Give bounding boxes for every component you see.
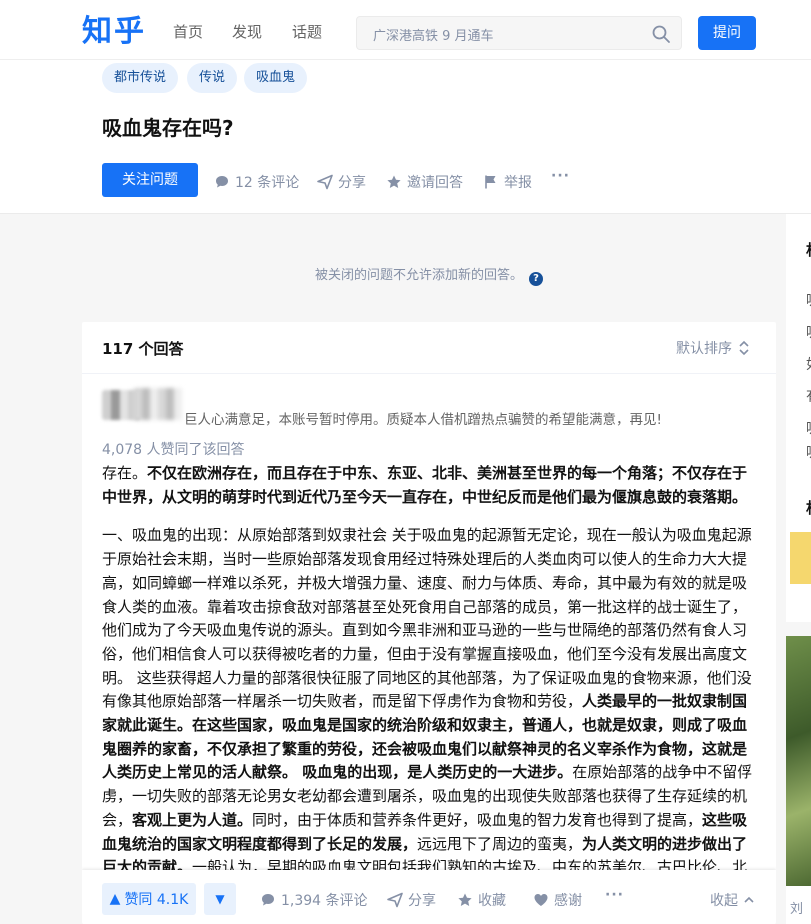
collect-label: 收藏 <box>478 893 506 909</box>
upvote-count-note: 4,078 人赞同了该回答 <box>102 442 245 458</box>
sidebar-footer: 刘 <box>786 886 811 924</box>
report-label: 举报 <box>504 175 532 191</box>
downvote-button[interactable]: ▼ <box>204 883 236 915</box>
answer-share-button[interactable]: 分享 <box>387 890 436 910</box>
nav-home[interactable]: 首页 <box>173 21 203 42</box>
topic-tag[interactable]: 吸血鬼 <box>244 63 308 93</box>
sidebar-heading: 相 <box>806 239 811 260</box>
sidebar-item[interactable]: 吸 <box>806 442 811 462</box>
sidebar-item[interactable]: 吸 <box>806 418 811 438</box>
follow-question-button[interactable]: 关注问题 <box>102 163 198 197</box>
chevron-up-icon <box>744 896 754 903</box>
top-navbar: 知乎 首页 发现 话题 广深港高铁 9 月通车 提问 <box>0 0 811 60</box>
comment-icon <box>262 894 274 906</box>
answer-paragraph: 存在。不仅在欧洲存在，而且存在于中东、东亚、北非、美洲甚至世界的每一个角落；不仅… <box>102 464 748 506</box>
invite-label: 邀请回答 <box>407 175 463 191</box>
heart-icon <box>534 894 548 906</box>
star-icon <box>387 175 401 188</box>
collapse-button[interactable]: 收起 <box>710 890 755 910</box>
sidebar-card: 相 吸 吸 如 有 吸 吸 <box>786 214 811 472</box>
search-input[interactable]: 广深港高铁 9 月通车 <box>356 16 682 50</box>
star-icon <box>458 893 472 906</box>
answer-paragraph: 一、吸血鬼的出现：从原始部落到奴隶社会 关于吸血鬼的起源暂无定论，现在一般认为吸… <box>102 526 753 877</box>
upvote-button[interactable]: ▲ 赞同 4.1K <box>102 883 196 915</box>
invite-answer-button[interactable]: 邀请回答 <box>386 172 463 192</box>
answers-list: 117 个回答 默认排序 巨人心满意足，本账号暂时停用。质疑本人借机蹭热点骗赞的… <box>82 322 776 924</box>
share-icon <box>317 174 333 190</box>
comment-icon <box>216 176 228 188</box>
triangle-up-icon: ▲ <box>109 891 121 907</box>
sort-icon <box>739 340 749 356</box>
zhihu-logo[interactable]: 知乎 <box>82 12 146 52</box>
ask-question-button[interactable]: 提问 <box>698 16 756 50</box>
sidebar-image[interactable] <box>786 636 811 886</box>
triangle-down-icon: ▼ <box>215 892 225 906</box>
answer-share-label: 分享 <box>408 893 436 909</box>
sort-label: 默认排序 <box>676 341 732 357</box>
sort-dropdown[interactable]: 默认排序 <box>676 338 750 358</box>
closed-question-notice: 被关闭的问题不允许添加新的回答。? <box>82 264 776 286</box>
sidebar-ad-card: 相 <box>786 472 811 622</box>
nav-topics[interactable]: 话题 <box>292 21 322 42</box>
answer-comments-label: 1,394 条评论 <box>281 893 368 909</box>
share-label: 分享 <box>338 175 366 191</box>
answer-more-button[interactable]: ··· <box>605 887 624 903</box>
search-placeholder: 广深港高铁 9 月通车 <box>373 29 494 44</box>
answer-content: 存在。不仅在欧洲存在，而且存在于中东、东亚、北非、美洲甚至世界的每一个角落；不仅… <box>102 462 754 895</box>
topic-tag[interactable]: 都市传说 <box>102 63 179 93</box>
collapse-label: 收起 <box>710 893 738 909</box>
sidebar-heading: 相 <box>806 497 811 518</box>
report-button[interactable]: 举报 <box>483 172 532 192</box>
sidebar-yellow-banner[interactable] <box>790 532 811 584</box>
answers-header: 117 个回答 默认排序 <box>82 322 776 374</box>
sidebar-item[interactable]: 有 <box>806 386 811 406</box>
topic-tag[interactable]: 传说 <box>187 63 238 93</box>
share-icon <box>387 892 403 908</box>
upvote-label: 赞同 4.1K <box>124 892 189 908</box>
nav-discover[interactable]: 发现 <box>232 21 262 42</box>
question-title: 吸血鬼存在吗? <box>102 116 234 140</box>
flag-icon <box>485 175 496 189</box>
answer-count: 117 个回答 <box>102 340 184 358</box>
answer-action-bar: ▲ 赞同 4.1K ▼ 1,394 条评论 分享 收藏 感谢 ··· 收起 <box>82 870 776 924</box>
comments-label: 12 条评论 <box>235 175 300 191</box>
more-options-button[interactable]: ··· <box>551 168 570 184</box>
sidebar-item[interactable]: 如 <box>806 354 811 374</box>
sidebar-bottom-text: 刘 <box>790 902 804 917</box>
sidebar-item[interactable]: 吸 <box>806 322 811 342</box>
share-button[interactable]: 分享 <box>317 172 366 192</box>
sidebar-item[interactable]: 吸 <box>806 290 811 310</box>
question-header: 都市传说 传说 吸血鬼 吸血鬼存在吗? 关注问题 12 条评论 分享 邀请回答 … <box>0 60 811 214</box>
thanks-button[interactable]: 感谢 <box>533 890 582 910</box>
author-name-blurred <box>134 388 182 420</box>
thanks-label: 感谢 <box>554 893 582 909</box>
author-bio: 巨人心满意足，本账号暂时停用。质疑本人借机蹭热点骗赞的希望能满意，再见! <box>184 412 662 428</box>
collect-button[interactable]: 收藏 <box>457 890 506 910</box>
search-icon[interactable] <box>651 24 671 44</box>
comments-button[interactable]: 12 条评论 <box>214 172 299 192</box>
answer-comments-button[interactable]: 1,394 条评论 <box>260 890 368 910</box>
help-icon[interactable]: ? <box>529 272 543 286</box>
closed-note-text: 被关闭的问题不允许添加新的回答。 <box>314 268 523 283</box>
